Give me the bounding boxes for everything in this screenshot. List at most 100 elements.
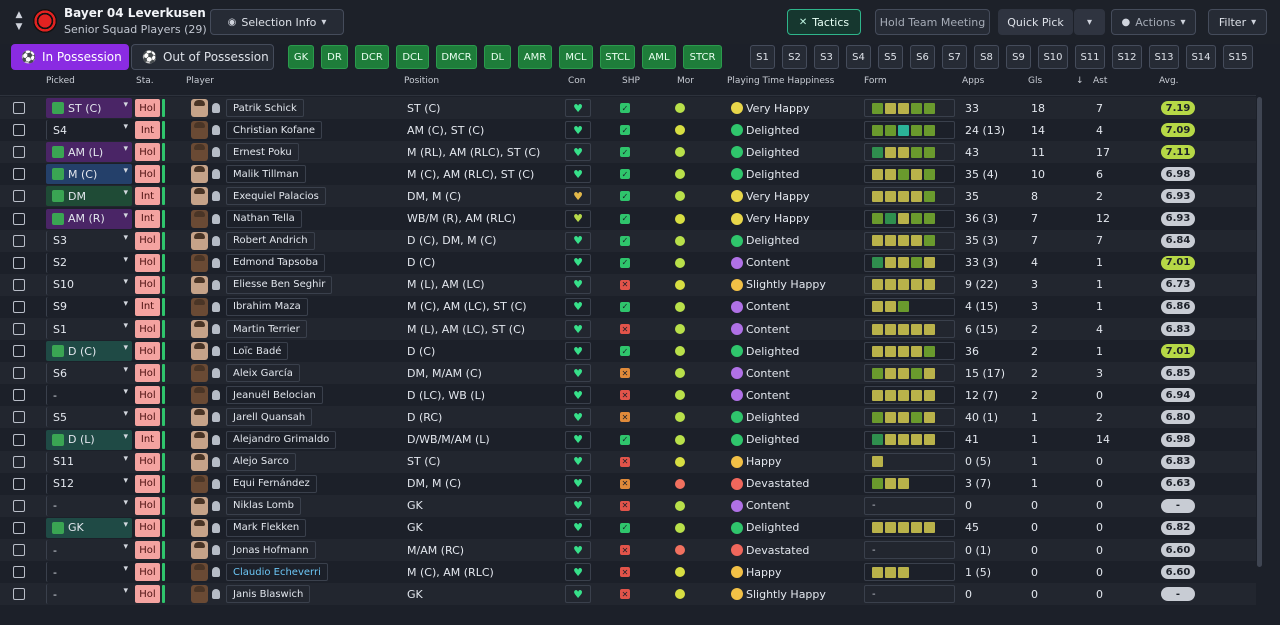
player-info-icon[interactable]: [212, 346, 220, 357]
form-guide[interactable]: [864, 231, 955, 250]
shp-cross-icon[interactable]: ✕: [620, 500, 630, 511]
col-apps[interactable]: Apps: [962, 76, 984, 86]
picked-dropdown[interactable]: - ▾: [46, 495, 132, 516]
shp-check-icon[interactable]: ✓: [620, 169, 630, 180]
selection-chip-s9[interactable]: S9: [1006, 45, 1031, 69]
morale-icon[interactable]: [675, 169, 685, 180]
picked-dropdown[interactable]: - ▾: [46, 562, 132, 583]
col-happiness[interactable]: Playing Time Happiness: [727, 76, 834, 86]
morale-icon[interactable]: [675, 301, 685, 312]
shp-check-icon[interactable]: ✓: [620, 147, 630, 158]
form-guide[interactable]: [864, 297, 955, 316]
morale-icon[interactable]: [675, 147, 685, 158]
shp-check-icon[interactable]: ✓: [620, 125, 630, 136]
player-name[interactable]: Alejo Sarco: [226, 452, 296, 471]
picked-dropdown[interactable]: S5 ▾: [46, 407, 132, 428]
table-row[interactable]: S11 ▾ Hol Alejo Sarco ST (C) ♥ ✕ Happy 0 (5) 1 0 6.…: [0, 450, 1256, 473]
table-row[interactable]: S9 ▾ Int Ibrahim Maza M (C), AM (LC), ST (C)…: [0, 296, 1256, 318]
in-possession-tab[interactable]: ⚽ In Possession: [11, 44, 129, 70]
player-info-icon[interactable]: [212, 213, 220, 224]
player-name[interactable]: Claudio Echeverri: [226, 563, 328, 582]
picked-dropdown[interactable]: ST (C) ▾: [46, 98, 132, 118]
player-name[interactable]: Robert Andrich: [226, 231, 315, 250]
picked-dropdown[interactable]: D (C) ▾: [46, 341, 132, 362]
morale-icon[interactable]: [675, 500, 685, 511]
player-name[interactable]: Nathan Tella: [226, 209, 302, 228]
status-badge[interactable]: Hol: [135, 99, 160, 117]
position-chip-dcl[interactable]: DCL: [396, 45, 429, 69]
condition-heart-icon[interactable]: ♥: [565, 518, 591, 537]
condition-heart-icon[interactable]: ♥: [565, 165, 591, 184]
table-row[interactable]: ST (C) ▾ Hol Patrik Schick ST (C) ♥ ✓ Very Happ…: [0, 97, 1256, 119]
position-chip-mcl[interactable]: MCL: [559, 45, 593, 69]
player-name[interactable]: Equi Fernández: [226, 474, 317, 493]
condition-heart-icon[interactable]: ♥: [565, 99, 591, 117]
shp-cross-icon[interactable]: ✕: [620, 279, 630, 290]
shp-check-icon[interactable]: ✓: [620, 522, 630, 533]
row-checkbox[interactable]: [13, 234, 25, 247]
player-info-icon[interactable]: [212, 368, 220, 379]
position-chip-stcl[interactable]: STCL: [600, 45, 635, 69]
condition-heart-icon[interactable]: ♥: [565, 496, 591, 515]
form-guide[interactable]: [864, 209, 955, 228]
table-row[interactable]: D (C) ▾ Hol Loïc Badé D (C) ♥ ✓ Delighted 36 2 1 7.…: [0, 340, 1256, 362]
position-chip-dr[interactable]: DR: [321, 45, 348, 69]
player-name[interactable]: Loïc Badé: [226, 342, 289, 361]
shp-cross-icon[interactable]: ✕: [620, 478, 630, 489]
row-checkbox[interactable]: [13, 256, 25, 269]
player-name[interactable]: Christian Kofane: [226, 121, 323, 140]
selection-chip-s6[interactable]: S6: [910, 45, 935, 69]
table-row[interactable]: - ▾ Hol Janis Blaswich GK ♥ ✕ Slightly Happy -0 0…: [0, 583, 1256, 606]
table-row[interactable]: - ▾ Hol Claudio Echeverri M (C), AM (RLC) ♥ ✕ H…: [0, 561, 1256, 583]
form-guide[interactable]: [864, 143, 955, 162]
condition-heart-icon[interactable]: ♥: [565, 408, 591, 427]
col-con[interactable]: Con: [568, 76, 586, 86]
morale-icon[interactable]: [675, 589, 685, 600]
form-guide[interactable]: [864, 253, 955, 272]
player-name[interactable]: Ibrahim Maza: [226, 297, 308, 316]
picked-dropdown[interactable]: S11 ▾: [46, 451, 132, 472]
form-guide[interactable]: [864, 364, 955, 383]
status-badge[interactable]: Hol: [135, 320, 160, 338]
player-info-icon[interactable]: [212, 522, 220, 533]
morale-icon[interactable]: [675, 567, 685, 578]
selection-chip-s11[interactable]: S11: [1075, 45, 1105, 69]
table-row[interactable]: S6 ▾ Hol Aleix García DM, M/AM (C) ♥ ✕ Content 1…: [0, 362, 1256, 385]
condition-heart-icon[interactable]: ♥: [565, 452, 591, 471]
player-name[interactable]: Jeanuël Belocian: [226, 386, 323, 405]
table-row[interactable]: AM (L) ▾ Hol Ernest Poku M (RL), AM (RLC), S…: [0, 141, 1256, 164]
table-row[interactable]: S12 ▾ Hol Equi Fernández DM, M (C) ♥ ✕ Devastat…: [0, 473, 1256, 495]
status-badge[interactable]: Hol: [135, 563, 160, 582]
form-guide[interactable]: [864, 121, 955, 140]
status-badge[interactable]: Int: [135, 209, 160, 228]
row-checkbox[interactable]: [13, 389, 25, 402]
form-guide[interactable]: -: [864, 541, 955, 559]
row-checkbox[interactable]: [13, 323, 25, 335]
row-checkbox[interactable]: [13, 499, 25, 512]
shp-cross-icon[interactable]: ✕: [620, 368, 630, 379]
col-sta[interactable]: Sta.: [136, 76, 154, 86]
table-row[interactable]: GK ▾ Hol Mark Flekken GK ♥ ✓ Delighted 45 0 0 6.82: [0, 517, 1256, 539]
morale-icon[interactable]: [675, 103, 685, 113]
status-badge[interactable]: Hol: [135, 585, 160, 604]
form-guide[interactable]: [864, 99, 955, 117]
shp-cross-icon[interactable]: ✕: [620, 567, 630, 578]
col-player[interactable]: Player: [186, 76, 214, 86]
status-badge[interactable]: Hol: [135, 275, 160, 294]
selection-chip-s1[interactable]: S1: [750, 45, 775, 69]
position-chip-dl[interactable]: DL: [484, 45, 511, 69]
row-checkbox[interactable]: [13, 278, 25, 291]
picked-dropdown[interactable]: - ▾: [46, 584, 132, 605]
status-badge[interactable]: Hol: [135, 231, 160, 250]
table-row[interactable]: S2 ▾ Hol Edmond Tapsoba D (C) ♥ ✓ Content 33 (3)…: [0, 252, 1256, 274]
picked-dropdown[interactable]: D (L) ▾: [46, 429, 132, 450]
condition-heart-icon[interactable]: ♥: [565, 320, 591, 338]
condition-heart-icon[interactable]: ♥: [565, 121, 591, 140]
row-checkbox[interactable]: [13, 367, 25, 380]
shp-cross-icon[interactable]: ✕: [620, 324, 630, 334]
morale-icon[interactable]: [675, 478, 685, 489]
table-row[interactable]: AM (R) ▾ Int Nathan Tella WB/M (R), AM (RLC)…: [0, 208, 1256, 230]
actions-button[interactable]: ● Actions ▾: [1111, 9, 1196, 35]
shp-check-icon[interactable]: ✓: [620, 434, 630, 445]
form-guide[interactable]: [864, 342, 955, 361]
